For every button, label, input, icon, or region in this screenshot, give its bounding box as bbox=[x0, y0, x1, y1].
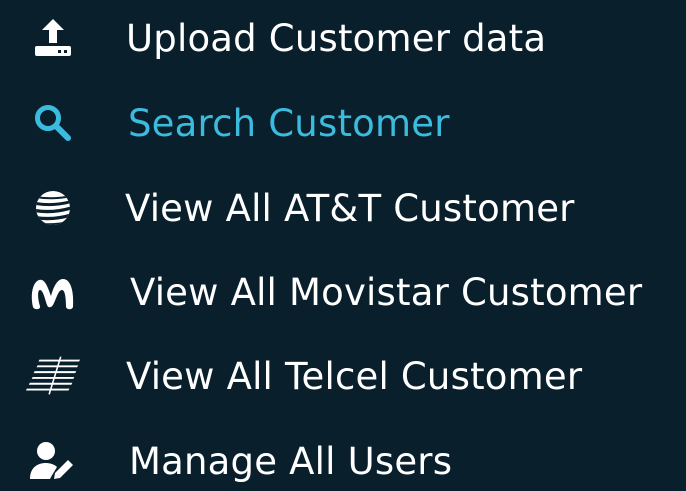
menu-item-label: View All AT&T Customer bbox=[125, 186, 575, 230]
search-icon bbox=[24, 94, 82, 152]
menu-item-view-att-customer[interactable]: View All AT&T Customer bbox=[0, 166, 686, 250]
user-edit-icon bbox=[24, 432, 82, 490]
movistar-m-icon bbox=[24, 263, 82, 321]
menu-item-search-customer[interactable]: Search Customer bbox=[0, 81, 686, 165]
menu-item-manage-all-users[interactable]: Manage All Users bbox=[0, 419, 686, 491]
menu-item-label: View All Telcel Customer bbox=[126, 354, 583, 398]
menu-item-label: Upload Customer data bbox=[126, 16, 547, 60]
menu-item-label: Search Customer bbox=[128, 101, 450, 145]
menu-item-view-movistar-customer[interactable]: View All Movistar Customer bbox=[0, 250, 686, 334]
sidebar-menu: Upload Customer data Search Customer Vie… bbox=[0, 0, 686, 491]
telcel-stripes-icon bbox=[24, 347, 82, 405]
att-globe-icon bbox=[24, 179, 82, 237]
menu-item-upload-customer-data[interactable]: Upload Customer data bbox=[0, 0, 686, 80]
upload-icon bbox=[24, 9, 82, 67]
menu-item-view-telcel-customer[interactable]: View All Telcel Customer bbox=[0, 334, 686, 418]
menu-item-label: Manage All Users bbox=[129, 439, 453, 483]
menu-item-label: View All Movistar Customer bbox=[130, 270, 643, 314]
